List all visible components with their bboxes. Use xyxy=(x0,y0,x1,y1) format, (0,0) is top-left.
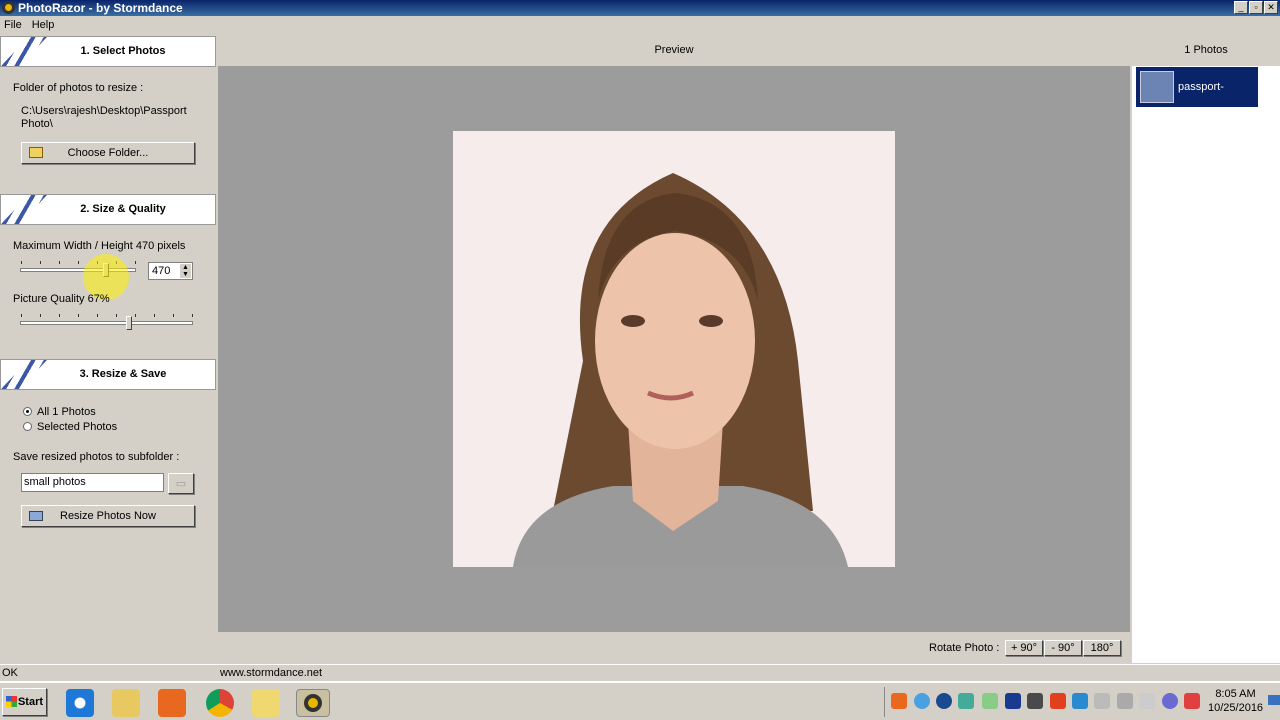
app-tray-icon[interactable] xyxy=(1072,693,1088,709)
subfolder-browse-button[interactable]: ▭ xyxy=(168,473,194,494)
maximize-button[interactable]: ▫ xyxy=(1249,1,1263,14)
close-button[interactable]: ✕ xyxy=(1264,1,1278,14)
rotate-minus-90-button[interactable]: - 90° xyxy=(1044,640,1082,656)
rotate-plus-90-button[interactable]: + 90° xyxy=(1005,640,1043,656)
preview-panel: Preview Rotate Photo : + 90° - 90° 180° xyxy=(218,35,1130,663)
action-center-icon[interactable] xyxy=(1184,693,1200,709)
volume-icon[interactable] xyxy=(1139,693,1155,709)
monitor-icon[interactable] xyxy=(1027,693,1043,709)
max-size-label: Maximum Width / Height 470 pixels xyxy=(13,240,186,252)
photo-thumbnail-icon xyxy=(1140,71,1174,103)
radio-all-label[interactable]: All 1 Photos xyxy=(37,406,96,418)
media-player-icon[interactable] xyxy=(158,689,186,717)
clock[interactable]: 8:05 AM 10/25/2016 xyxy=(1208,687,1263,715)
clock-time: 8:05 AM xyxy=(1215,688,1256,700)
java-icon[interactable] xyxy=(891,693,907,709)
windows-logo-icon xyxy=(6,696,17,707)
start-label: Start xyxy=(17,696,44,708)
section-header-size: 2. Size & Quality xyxy=(0,194,216,225)
folder-label: Folder of photos to resize : xyxy=(13,82,144,94)
ccleaner-icon[interactable] xyxy=(1050,693,1066,709)
resize-icon xyxy=(29,511,43,521)
preview-photo xyxy=(453,131,895,567)
menu-bar: File Help xyxy=(0,16,1280,34)
left-panel: 1. Select Photos Folder of photos to res… xyxy=(0,35,216,663)
title-bar: PhotoRazor - by Stormdance xyxy=(0,0,1280,16)
subfolder-input[interactable]: small photos xyxy=(21,473,164,492)
clock-date: 10/25/2016 xyxy=(1208,702,1264,714)
quality-label: Picture Quality 67% xyxy=(13,293,110,305)
quality-slider-thumb[interactable] xyxy=(126,316,132,330)
rotate-180-button[interactable]: 180° xyxy=(1083,640,1121,656)
subfolder-label: Save resized photos to subfolder : xyxy=(13,451,180,463)
power-icon[interactable] xyxy=(958,693,974,709)
radio-selected[interactable] xyxy=(23,422,32,431)
preview-area xyxy=(218,66,1130,632)
bluetooth-icon[interactable] xyxy=(1005,693,1021,709)
slider-ticks xyxy=(21,314,193,317)
network-icon[interactable] xyxy=(914,693,930,709)
photorazor-taskbar-icon[interactable] xyxy=(296,689,330,717)
header-stripe xyxy=(1,195,47,224)
resize-photos-button[interactable]: Resize Photos Now xyxy=(21,505,195,527)
quality-slider[interactable] xyxy=(20,321,193,325)
menu-help[interactable]: Help xyxy=(32,19,55,31)
spinner-arrows-icon[interactable]: ▲ ▼ xyxy=(180,264,191,278)
button-label: Resize Photos Now xyxy=(60,510,156,522)
website-link[interactable]: www.stormdance.net xyxy=(220,665,322,681)
folder-icon xyxy=(29,147,43,158)
section-header-save: 3. Resize & Save xyxy=(0,359,216,390)
signal-icon[interactable] xyxy=(1117,693,1133,709)
photos-count: 1 Photos xyxy=(1184,44,1228,56)
ie-icon[interactable] xyxy=(66,689,94,717)
clipboard-icon[interactable] xyxy=(1094,693,1110,709)
section-header-select: 1. Select Photos xyxy=(0,36,216,67)
choose-folder-button[interactable]: Choose Folder... xyxy=(21,142,195,164)
radio-selected-label[interactable]: Selected Photos xyxy=(37,421,117,433)
spinner-value: 470 xyxy=(152,265,171,277)
photos-panel: 1 Photos passport-001.jpg xyxy=(1132,35,1280,663)
section-title: 2. Size & Quality xyxy=(80,203,166,215)
minimize-button[interactable]: _ xyxy=(1234,1,1248,14)
header-stripe xyxy=(1,360,47,389)
radio-all[interactable] xyxy=(23,407,32,416)
explorer-icon[interactable] xyxy=(112,689,140,717)
window-title: PhotoRazor - by Stormdance xyxy=(18,1,183,15)
preview-header: Preview xyxy=(218,35,1130,66)
rotate-label: Rotate Photo : xyxy=(929,642,1000,654)
folder-path: C:\Users\rajesh\Desktop\Passport Photo\ xyxy=(21,105,187,130)
folder-icon[interactable] xyxy=(252,689,280,717)
taskbar: Start 8:05 AM 10/25/2016 xyxy=(0,681,1280,720)
status-text: OK xyxy=(2,667,18,679)
menu-file[interactable]: File xyxy=(4,19,22,31)
section-title: 3. Resize & Save xyxy=(79,368,167,380)
max-size-spinner[interactable]: 470 ▲ ▼ xyxy=(148,262,193,280)
browser-tray-icon[interactable] xyxy=(1162,693,1178,709)
photo-list-item[interactable]: passport-001.jpg xyxy=(1136,67,1258,133)
app-icon xyxy=(2,1,15,14)
button-label: Choose Folder... xyxy=(67,147,149,159)
header-stripe xyxy=(1,37,47,66)
folder-icon: ▭ xyxy=(175,478,187,490)
download-icon[interactable] xyxy=(936,693,952,709)
start-button[interactable]: Start xyxy=(2,688,47,716)
portrait-image xyxy=(513,173,848,567)
status-bar: OK www.stormdance.net xyxy=(0,664,1280,680)
check-icon[interactable] xyxy=(982,693,998,709)
show-desktop-button[interactable] xyxy=(1268,695,1280,705)
chrome-icon[interactable] xyxy=(206,689,234,717)
section-title: 1. Select Photos xyxy=(80,45,166,57)
